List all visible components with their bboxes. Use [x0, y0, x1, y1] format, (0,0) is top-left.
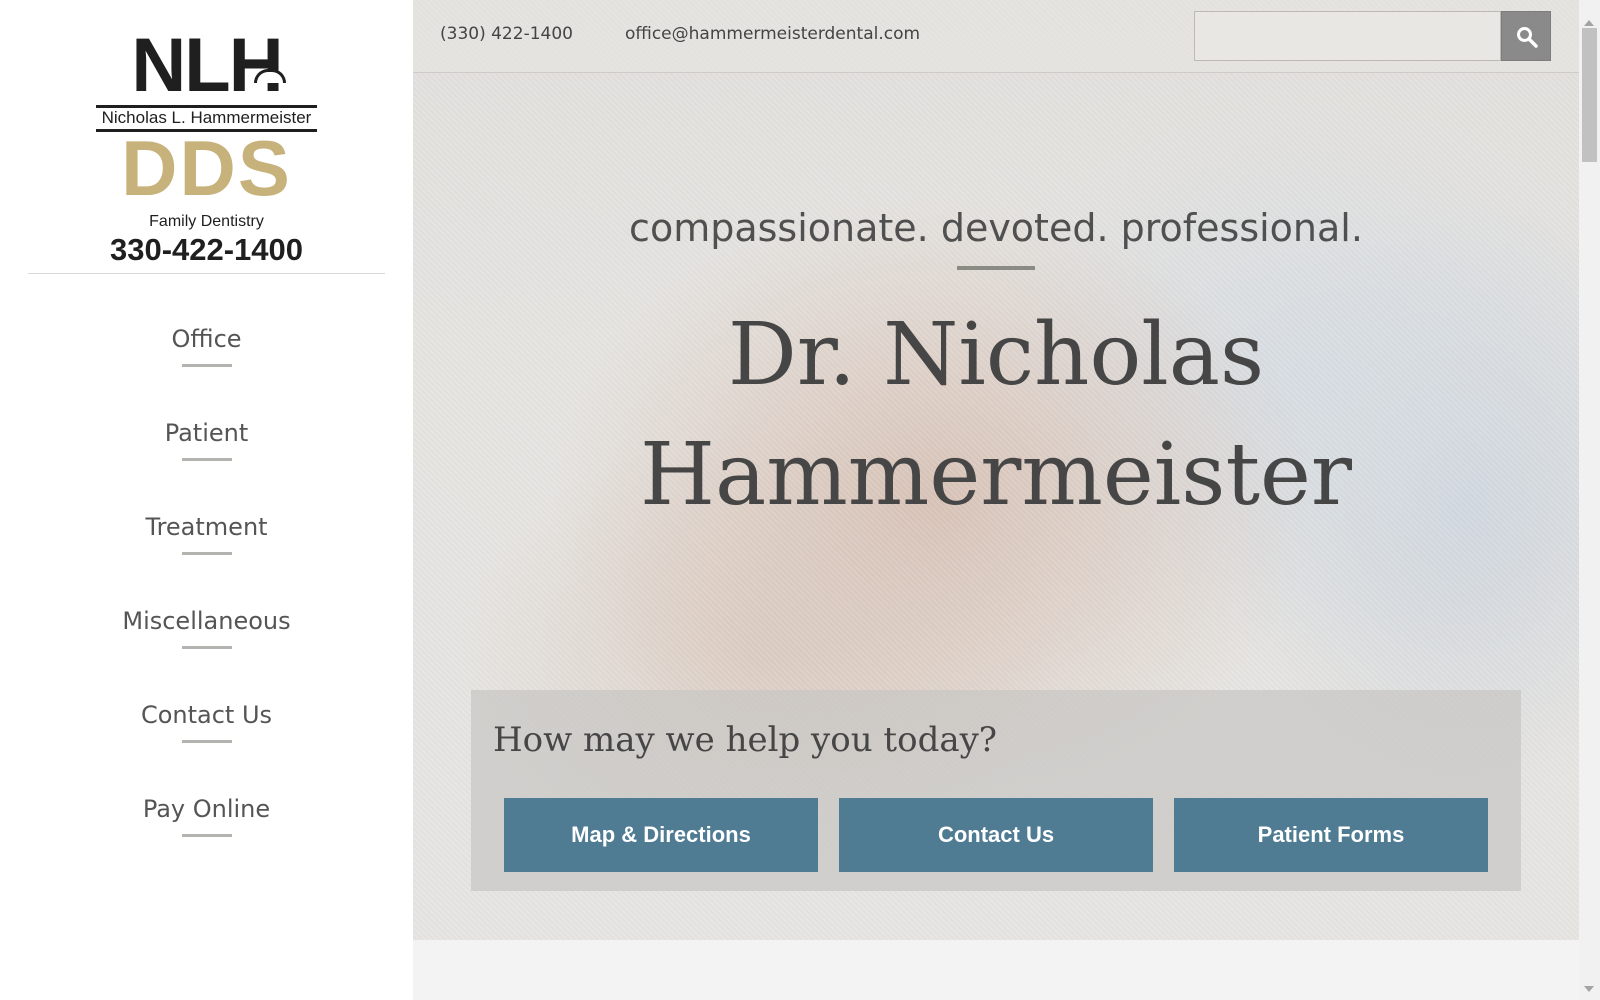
nav-item-patient: Patient — [0, 412, 413, 506]
content-section — [413, 940, 1579, 1000]
main-nav: Office Patient Treatment Miscellaneous C… — [0, 318, 413, 882]
tagline-divider — [957, 266, 1035, 270]
nav-underline — [181, 834, 232, 837]
scroll-up-arrow-icon[interactable] — [1584, 20, 1594, 26]
nav-item-contact-us: Contact Us — [0, 694, 413, 788]
nav-link-treatment[interactable]: Treatment — [145, 506, 267, 548]
nav-link-contact-us[interactable]: Contact Us — [141, 694, 272, 736]
scroll-down-arrow-icon[interactable] — [1584, 986, 1594, 992]
map-directions-button[interactable]: Map & Directions — [504, 798, 818, 872]
logo-practice: Family Dentistry — [149, 213, 264, 230]
nav-link-miscellaneous[interactable]: Miscellaneous — [122, 600, 290, 642]
page-title: Dr. Nicholas Hammermeister — [413, 295, 1579, 535]
page-title-line2: Hammermeister — [639, 425, 1353, 525]
header-phone-link[interactable]: (330) 422-1400 — [440, 24, 573, 44]
search-button[interactable] — [1501, 11, 1551, 61]
nav-underline — [181, 458, 232, 461]
sidebar: NLH Nicholas L. Hammermeister DDS Family… — [0, 0, 413, 1000]
site-logo[interactable]: NLH Nicholas L. Hammermeister DDS Family… — [28, 28, 385, 274]
search-icon — [1517, 27, 1538, 48]
header-email-link[interactable]: office@hammermeisterdental.com — [625, 24, 920, 44]
logo-degree: DDS — [121, 124, 292, 212]
logo-initials: NLH — [131, 23, 283, 108]
nav-link-pay-online[interactable]: Pay Online — [143, 788, 270, 830]
nav-underline — [181, 552, 232, 555]
hero-section: (330) 422-1400 office@hammermeisterdenta… — [413, 0, 1579, 940]
search-input[interactable] — [1194, 11, 1501, 61]
vertical-scrollbar[interactable] — [1579, 0, 1600, 1000]
nav-underline — [181, 740, 232, 743]
scroll-thumb[interactable] — [1582, 28, 1597, 162]
help-panel: How may we help you today? Map & Directi… — [471, 690, 1521, 891]
nav-item-pay-online: Pay Online — [0, 788, 413, 882]
patient-forms-button[interactable]: Patient Forms — [1174, 798, 1488, 872]
contact-us-button[interactable]: Contact Us — [839, 798, 1153, 872]
nav-link-office[interactable]: Office — [171, 318, 241, 360]
nav-item-miscellaneous: Miscellaneous — [0, 600, 413, 694]
hero-tagline: compassionate. devoted. professional. — [629, 206, 1363, 250]
page-title-line1: Dr. Nicholas — [727, 305, 1265, 405]
help-title: How may we help you today? — [493, 720, 998, 760]
nav-link-patient[interactable]: Patient — [165, 412, 249, 454]
nav-underline — [181, 646, 232, 649]
nav-item-office: Office — [0, 318, 413, 412]
top-bar: (330) 422-1400 office@hammermeisterdenta… — [413, 0, 1579, 73]
nav-underline — [181, 364, 232, 367]
logo-phone: 330-422-1400 — [109, 232, 304, 267]
nav-item-treatment: Treatment — [0, 506, 413, 600]
